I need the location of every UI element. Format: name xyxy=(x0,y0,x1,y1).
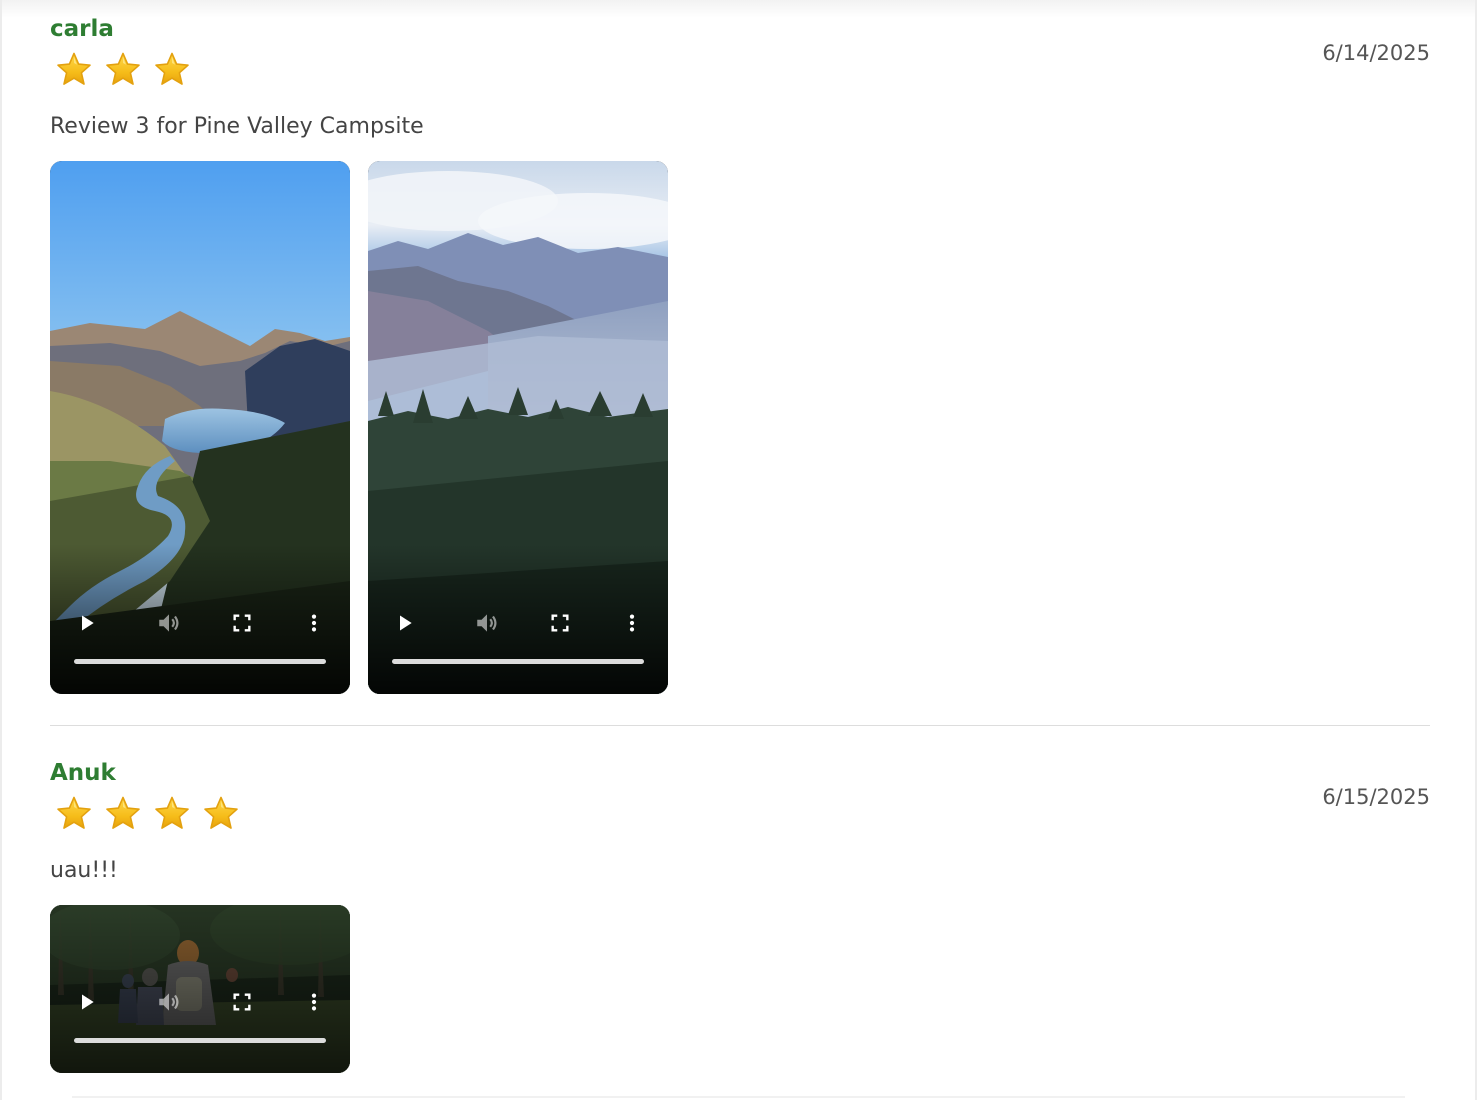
fullscreen-button[interactable] xyxy=(545,608,575,638)
play-button[interactable] xyxy=(390,608,420,638)
more-vertical-icon xyxy=(303,612,325,634)
review-media xyxy=(50,161,668,694)
video-progress-bar[interactable] xyxy=(74,659,326,664)
star-rating xyxy=(54,794,241,834)
more-options-button[interactable] xyxy=(299,608,329,638)
review-date: 6/15/2025 xyxy=(1322,785,1430,809)
fullscreen-button[interactable] xyxy=(227,608,257,638)
more-options-button[interactable] xyxy=(299,987,329,1017)
mute-button[interactable] xyxy=(154,608,184,638)
star-icon xyxy=(152,50,192,90)
fullscreen-icon xyxy=(231,612,253,634)
review-comment: Review 3 for Pine Valley Campsite xyxy=(50,114,424,139)
play-icon xyxy=(395,613,415,633)
play-icon xyxy=(77,992,97,1012)
star-icon xyxy=(103,50,143,90)
star-icon xyxy=(54,50,94,90)
video-controls xyxy=(50,987,350,1017)
review-date: 6/14/2025 xyxy=(1322,41,1430,65)
play-button[interactable] xyxy=(72,987,102,1017)
volume-icon xyxy=(156,610,182,636)
star-rating xyxy=(54,50,192,90)
star-icon xyxy=(103,794,143,834)
top-shadow xyxy=(2,0,1475,18)
video-controls xyxy=(368,608,668,638)
reviews-page: carla 6/14/2025 Review 3 for Pine Valley… xyxy=(0,0,1477,1100)
more-vertical-icon xyxy=(303,991,325,1013)
star-icon xyxy=(54,794,94,834)
review-divider xyxy=(50,725,1430,726)
fullscreen-button[interactable] xyxy=(227,987,257,1017)
review-author: Anuk xyxy=(50,760,116,786)
play-icon xyxy=(77,613,97,633)
fullscreen-icon xyxy=(231,991,253,1013)
review-comment: uau!!! xyxy=(50,858,118,883)
mute-button[interactable] xyxy=(472,608,502,638)
video-player[interactable] xyxy=(368,161,668,694)
video-progress-bar[interactable] xyxy=(74,1038,326,1043)
more-vertical-icon xyxy=(621,612,643,634)
mute-button[interactable] xyxy=(154,987,184,1017)
play-button[interactable] xyxy=(72,608,102,638)
video-player[interactable] xyxy=(50,905,350,1073)
fullscreen-icon xyxy=(549,612,571,634)
next-review-edge xyxy=(72,1096,1405,1098)
video-progress-bar[interactable] xyxy=(392,659,644,664)
volume-icon xyxy=(156,989,182,1015)
review-author: carla xyxy=(50,16,114,42)
video-player[interactable] xyxy=(50,161,350,694)
review-media xyxy=(50,905,350,1073)
volume-icon xyxy=(474,610,500,636)
more-options-button[interactable] xyxy=(617,608,647,638)
video-controls xyxy=(50,608,350,638)
star-icon xyxy=(201,794,241,834)
star-icon xyxy=(152,794,192,834)
